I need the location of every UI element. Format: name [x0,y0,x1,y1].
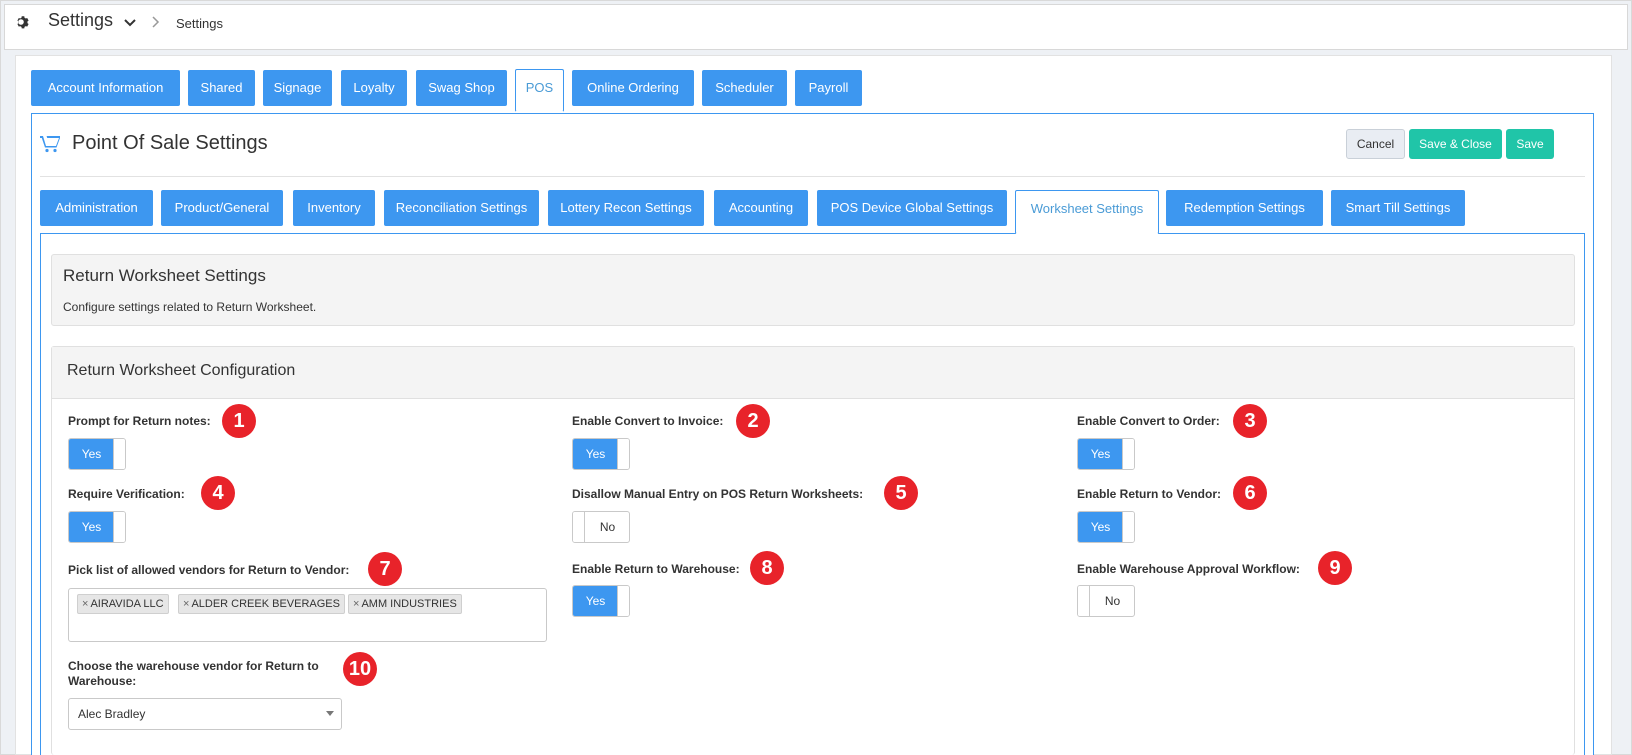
annotation-badge: 9 [1318,551,1352,585]
save-close-button[interactable]: Save & Close [1409,129,1502,159]
toggle-value: No [599,520,616,534]
chip-remove-icon[interactable]: × [183,598,189,610]
field-label-convert-to-invoice: Enable Convert to Invoice: [572,414,724,428]
info-box [51,254,1575,326]
top-header [4,4,1628,50]
config-card [51,346,1575,755]
annotation-badge: 3 [1233,404,1267,438]
require-verification-toggle[interactable]: Yes [68,511,126,543]
disallow-manual-entry-toggle[interactable]: No [572,511,630,543]
annotation-badge: 2 [736,404,770,438]
divider [40,176,1585,177]
subtab-administration[interactable]: Administration [40,190,153,226]
toggle-value: Yes [573,586,618,616]
toggle-value: Yes [573,439,618,469]
page-title: Point Of Sale Settings [72,132,268,154]
tab-shared[interactable]: Shared [188,70,255,106]
section-description: Configure settings related to Return Wor… [63,300,317,314]
subtab-accounting[interactable]: Accounting [714,190,808,226]
annotation-badge: 1 [222,404,256,438]
vendor-chip[interactable]: × ALDER CREEK BEVERAGES [178,594,345,614]
subtab-lottery-recon-settings[interactable]: Lottery Recon Settings [548,190,704,226]
tab-payroll[interactable]: Payroll [795,70,862,106]
subtab-redemption-settings[interactable]: Redemption Settings [1166,190,1323,226]
field-label-convert-to-order: Enable Convert to Order: [1077,414,1220,428]
return-to-warehouse-toggle[interactable]: Yes [572,585,630,617]
tab-signage[interactable]: Signage [263,70,332,106]
section-title: Return Worksheet Settings [63,266,266,285]
chip-remove-icon[interactable]: × [82,598,88,610]
chevron-right-icon [152,16,160,28]
toggle-value: Yes [69,439,114,469]
toggle-value: Yes [1078,439,1123,469]
toggle-value: Yes [1078,512,1123,542]
config-card-title: Return Worksheet Configuration [67,362,296,379]
tab-pos[interactable]: POS [515,69,564,112]
chip-label: ALDER CREEK BEVERAGES [191,598,340,610]
toggle-knob [113,439,125,469]
tab-loyalty[interactable]: Loyalty [341,70,407,106]
field-label-warehouse-approval: Enable Warehouse Approval Workflow: [1077,562,1300,576]
toggle-value: Yes [69,512,114,542]
app-title[interactable]: Settings [48,10,113,31]
annotation-badge: 7 [368,552,402,586]
vendor-chip[interactable]: × AMM INDUSTRIES [348,594,462,614]
annotation-badge: 8 [750,551,784,585]
field-label-disallow-manual-entry: Disallow Manual Entry on POS Return Work… [572,487,864,501]
toggle-knob [617,586,629,616]
warehouse-vendor-value: Alec Bradley [78,707,146,721]
gear-icon[interactable] [15,14,31,30]
prompt-return-notes-toggle[interactable]: Yes [68,438,126,470]
tab-swag-shop[interactable]: Swag Shop [416,70,507,106]
field-label-allowed-vendors: Pick list of allowed vendors for Return … [68,563,350,577]
toggle-knob [573,512,585,542]
toggle-knob [617,439,629,469]
save-button[interactable]: Save [1506,129,1554,159]
field-label-warehouse-vendor-line2: Warehouse: [68,674,137,688]
cart-plus-icon [40,136,60,153]
chip-label: AMM INDUSTRIES [361,598,457,610]
toggle-value: No [1104,594,1121,608]
toggle-knob [1078,586,1090,616]
cancel-button[interactable]: Cancel [1346,129,1405,159]
field-label-return-to-warehouse: Enable Return to Warehouse: [572,562,740,576]
toggle-knob [113,512,125,542]
annotation-badge: 4 [201,476,235,510]
field-label-prompt-return-notes: Prompt for Return notes: [68,414,211,428]
chip-label: AIRAVIDA LLC [90,598,164,610]
annotation-badge: 6 [1233,476,1267,510]
tab-account-information[interactable]: Account Information [31,70,180,106]
annotation-badge: 5 [884,476,918,510]
subtab-product-general[interactable]: Product/General [161,190,283,226]
chip-remove-icon[interactable]: × [353,598,359,610]
field-label-warehouse-vendor: Choose the warehouse vendor for Return t… [68,659,319,673]
annotation-badge: 10 [343,652,377,686]
subtab-reconciliation-settings[interactable]: Reconciliation Settings [384,190,539,226]
field-label-return-to-vendor: Enable Return to Vendor: [1077,487,1222,501]
subtab-inventory[interactable]: Inventory [293,190,375,226]
breadcrumb[interactable]: Settings [176,16,223,31]
chevron-down-icon[interactable] [122,15,138,31]
convert-to-order-toggle[interactable]: Yes [1077,438,1135,470]
toggle-knob [1122,439,1134,469]
tab-online-ordering[interactable]: Online Ordering [572,70,694,106]
return-to-vendor-toggle[interactable]: Yes [1077,511,1135,543]
warehouse-approval-toggle[interactable]: No [1077,585,1135,617]
field-label-require-verification: Require Verification: [68,487,185,501]
convert-to-invoice-toggle[interactable]: Yes [572,438,630,470]
caret-down-icon[interactable] [326,711,334,716]
toggle-knob [1122,512,1134,542]
vendor-chip[interactable]: × AIRAVIDA LLC [77,594,169,614]
subtab-smart-till-settings[interactable]: Smart Till Settings [1331,190,1465,226]
subtab-worksheet-settings[interactable]: Worksheet Settings [1015,190,1159,234]
tab-scheduler[interactable]: Scheduler [702,70,787,106]
subtab-pos-device-global-settings[interactable]: POS Device Global Settings [817,190,1007,226]
